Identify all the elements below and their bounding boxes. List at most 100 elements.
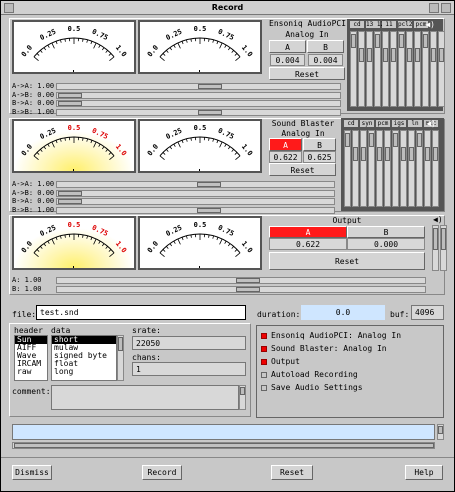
- soundblaster-b-button[interactable]: B: [303, 138, 336, 151]
- header-item[interactable]: raw: [15, 368, 47, 376]
- title-bar[interactable]: Record: [1, 1, 454, 15]
- record-button[interactable]: Record: [142, 465, 182, 480]
- mixer-channel-thumb[interactable]: [399, 34, 404, 48]
- output-a-button[interactable]: A: [269, 226, 347, 238]
- gain-slider-thumb[interactable]: [236, 278, 260, 283]
- mixer-channel-slider[interactable]: [368, 130, 375, 207]
- gain-slider[interactable]: [56, 100, 341, 107]
- checkbox-icon[interactable]: [261, 384, 267, 391]
- mixer-channel-slider[interactable]: [374, 31, 381, 107]
- checkbox-icon[interactable]: [261, 332, 267, 339]
- mixer-channel-slider[interactable]: [344, 130, 351, 207]
- mixer-channel-slider[interactable]: [398, 31, 405, 107]
- gain-slider[interactable]: [56, 83, 341, 90]
- mixer-channel-slider[interactable]: [384, 130, 391, 207]
- mixer-channel-slider[interactable]: [408, 130, 415, 207]
- mixer-channel-slider[interactable]: [406, 31, 413, 107]
- option-checkbox[interactable]: Autoload Recording: [261, 370, 358, 379]
- reset-button[interactable]: Reset: [271, 465, 313, 480]
- mixer-channel-slider[interactable]: [350, 31, 357, 107]
- mixer-channel-thumb[interactable]: [391, 48, 396, 62]
- gain-slider-thumb[interactable]: [58, 101, 82, 106]
- mixer-channel-slider[interactable]: [438, 31, 445, 107]
- output-reset-button[interactable]: Reset: [269, 252, 425, 270]
- output-volume-slider[interactable]: [432, 225, 439, 271]
- mixer-channel-slider[interactable]: [352, 130, 359, 207]
- mixer-channel-thumb[interactable]: [431, 48, 436, 62]
- mixer-channel-slider[interactable]: [390, 31, 397, 107]
- mixer-channel-thumb[interactable]: [359, 48, 364, 62]
- buf-field[interactable]: 4096: [411, 305, 444, 320]
- data-list[interactable]: short mulaw signed byte float long: [51, 335, 117, 381]
- gain-slider-thumb[interactable]: [198, 84, 222, 89]
- message-hscrollbar[interactable]: [12, 442, 435, 449]
- mixer-channel-slider[interactable]: [430, 31, 437, 107]
- minimize-icon[interactable]: [429, 3, 439, 13]
- gain-slider[interactable]: [56, 277, 426, 284]
- dismiss-button[interactable]: Dismiss: [12, 465, 52, 480]
- mixer-channel-thumb[interactable]: [415, 48, 420, 62]
- gain-slider[interactable]: [56, 189, 335, 197]
- checkbox-icon[interactable]: [261, 371, 267, 378]
- gain-slider-thumb[interactable]: [197, 207, 221, 213]
- mixer-channel-thumb[interactable]: [393, 133, 398, 147]
- checkbox-icon[interactable]: [261, 345, 267, 352]
- message-scrollbar[interactable]: [437, 424, 444, 440]
- mixer-channel-thumb[interactable]: [367, 48, 372, 62]
- comment-scrollbar[interactable]: [239, 385, 246, 410]
- file-input[interactable]: test.snd: [36, 305, 246, 320]
- mixer-channel-thumb[interactable]: [361, 147, 366, 161]
- mixer-channel-thumb[interactable]: [377, 147, 382, 161]
- comment-scroll-thumb[interactable]: [240, 387, 245, 395]
- soundblaster-reset-button[interactable]: Reset: [269, 163, 336, 176]
- gain-slider[interactable]: [56, 206, 335, 214]
- mixer-channel-thumb[interactable]: [385, 147, 390, 161]
- mixer-channel-slider[interactable]: [414, 31, 421, 107]
- mixer-channel-thumb[interactable]: [409, 147, 414, 161]
- chans-field[interactable]: 1: [132, 362, 246, 376]
- mixer-channel-thumb[interactable]: [433, 147, 438, 161]
- message-scroll-thumb[interactable]: [438, 426, 443, 434]
- mixer-channel-slider[interactable]: [366, 31, 373, 107]
- mixer-channel-thumb[interactable]: [383, 48, 388, 62]
- help-button[interactable]: Help: [405, 465, 443, 480]
- data-item[interactable]: long: [52, 368, 116, 376]
- window-menu-icon[interactable]: [4, 3, 14, 13]
- output-volume-thumb-2[interactable]: [441, 228, 446, 250]
- option-checkbox[interactable]: Ensoniq AudioPCI: Analog In: [261, 331, 401, 340]
- gain-slider-thumb[interactable]: [58, 92, 82, 98]
- mixer-channel-thumb[interactable]: [369, 133, 374, 147]
- message-area[interactable]: [12, 424, 435, 440]
- mixer-channel-thumb[interactable]: [423, 34, 428, 48]
- option-checkbox[interactable]: Save Audio Settings: [261, 383, 363, 392]
- gain-slider-thumb[interactable]: [236, 286, 260, 292]
- mixer-channel-thumb[interactable]: [351, 34, 356, 48]
- mixer-channel-thumb[interactable]: [375, 34, 380, 48]
- mixer-channel-thumb[interactable]: [407, 48, 412, 62]
- srate-field[interactable]: 22050: [132, 336, 246, 350]
- message-hscroll-thumb[interactable]: [14, 443, 434, 448]
- gain-slider-thumb[interactable]: [58, 199, 82, 204]
- gain-slider[interactable]: [56, 198, 335, 205]
- gain-slider[interactable]: [56, 285, 426, 293]
- gain-slider-thumb[interactable]: [198, 109, 222, 115]
- mixer-channel-slider[interactable]: [360, 130, 367, 207]
- gain-slider[interactable]: [56, 181, 335, 188]
- output-b-button[interactable]: B: [347, 226, 425, 238]
- duration-field[interactable]: 0.0: [301, 305, 385, 320]
- ensoniq-a-button[interactable]: A: [269, 40, 306, 53]
- mixer-channel-slider[interactable]: [432, 130, 439, 207]
- gain-slider[interactable]: [56, 91, 341, 99]
- soundblaster-a-button[interactable]: A: [269, 138, 302, 151]
- mixer-channel-slider[interactable]: [376, 130, 383, 207]
- checkbox-icon[interactable]: [261, 358, 267, 365]
- output-volume-thumb[interactable]: [433, 228, 438, 250]
- mixer-channel-slider[interactable]: [416, 130, 423, 207]
- mixer-channel-slider[interactable]: [392, 130, 399, 207]
- mixer-channel-thumb[interactable]: [439, 48, 444, 62]
- mixer-channel-slider[interactable]: [382, 31, 389, 107]
- option-checkbox[interactable]: Output: [261, 357, 300, 366]
- comment-field[interactable]: [51, 385, 239, 410]
- output-volume-slider-2[interactable]: [440, 225, 447, 271]
- mixer-channel-slider[interactable]: [358, 31, 365, 107]
